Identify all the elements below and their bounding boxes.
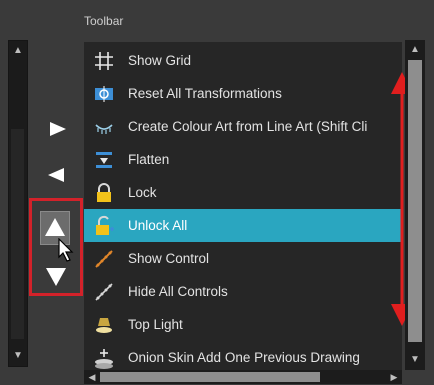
- hide-controls-icon: [92, 280, 116, 304]
- arrow-right-icon: [50, 122, 66, 136]
- grid-icon: [92, 49, 116, 73]
- add-to-toolbar-button[interactable]: [46, 118, 68, 140]
- toolbar-items-list[interactable]: Show Grid Reset All Transformations Crea…: [84, 42, 402, 370]
- scroll-up-icon[interactable]: ▲: [405, 42, 425, 58]
- flatten-icon: [92, 148, 116, 172]
- right-scrollbar[interactable]: ▲ ▼: [405, 40, 425, 370]
- unlock-icon: [92, 214, 116, 238]
- list-item[interactable]: Reset All Transformations: [84, 77, 402, 110]
- reset-transform-icon: [92, 82, 116, 106]
- top-light-icon: [92, 313, 116, 337]
- lock-icon: [92, 181, 116, 205]
- list-item[interactable]: Create Colour Art from Line Art (Shift C…: [84, 110, 402, 143]
- onion-skin-icon: [92, 346, 116, 370]
- list-item[interactable]: Top Light: [84, 308, 402, 341]
- list-item[interactable]: Unlock All: [84, 209, 402, 242]
- scroll-down-icon[interactable]: ▼: [9, 348, 27, 364]
- panel-title: Toolbar: [84, 14, 124, 28]
- remove-from-toolbar-button[interactable]: [46, 164, 68, 186]
- arrow-left-icon: [48, 168, 64, 182]
- scroll-left-icon[interactable]: ◀: [86, 370, 98, 384]
- mouse-cursor-icon: [58, 237, 76, 267]
- list-item[interactable]: Flatten: [84, 143, 402, 176]
- horizontal-scroll-thumb[interactable]: [100, 372, 320, 382]
- colour-art-icon: [92, 115, 116, 139]
- list-item[interactable]: Show Control: [84, 242, 402, 275]
- horizontal-scrollbar[interactable]: ◀ ▶: [84, 370, 402, 384]
- list-item[interactable]: Onion Skin Add One Previous Drawing: [84, 341, 402, 370]
- list-item[interactable]: Show Grid: [84, 44, 402, 77]
- scroll-right-icon[interactable]: ▶: [388, 370, 400, 384]
- list-item[interactable]: Hide All Controls: [84, 275, 402, 308]
- scroll-down-icon[interactable]: ▼: [405, 352, 425, 368]
- list-item[interactable]: Lock: [84, 176, 402, 209]
- left-scrollbar[interactable]: ▲ ▼: [8, 40, 28, 367]
- right-scroll-thumb[interactable]: [408, 60, 422, 342]
- left-scroll-thumb[interactable]: [11, 129, 24, 339]
- scroll-up-icon[interactable]: ▲: [9, 43, 27, 59]
- show-control-icon: [92, 247, 116, 271]
